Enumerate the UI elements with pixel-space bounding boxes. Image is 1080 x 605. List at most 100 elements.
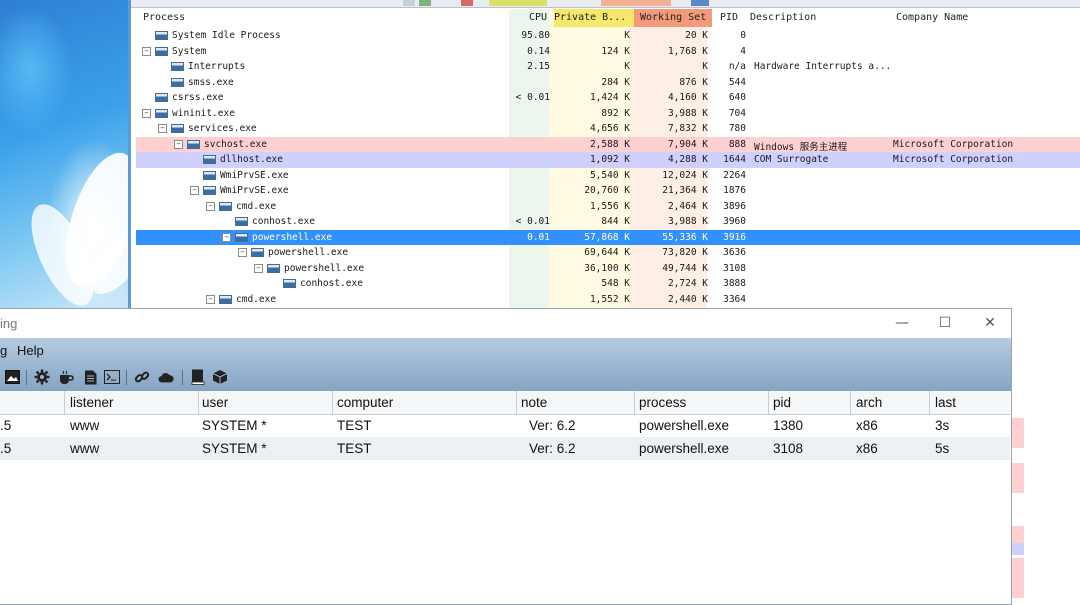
header-working-set[interactable]: Working Set [634,9,712,27]
session-user: SYSTEM * [202,441,267,456]
process-private-bytes: 69,644 K [584,247,630,258]
process-private-bytes: 892 K [601,107,630,119]
header-pid[interactable]: PID [720,12,738,23]
maximize-button[interactable]: ☐ [931,312,959,334]
tree-collapse-icon[interactable]: − [222,232,231,242]
cloud-icon[interactable] [158,369,174,385]
process-row[interactable]: dllhost.exe 1,092 K 4,288 K 1644 COM Surroga… [136,152,1080,168]
document-icon[interactable] [82,369,98,385]
process-row[interactable]: conhost.exe 548 K 2,724 K 3888 [136,276,1080,292]
process-row[interactable]: − powershell.exe 69,644 K 73,820 K 3636 [136,245,1080,261]
process-private-bytes: K [624,61,630,72]
minimize-button[interactable]: — [888,312,916,334]
process-working-set: 2,724 K [667,278,708,289]
tree-collapse-icon[interactable]: − [174,139,183,149]
process-explorer-window: Process CPU Private B... Working Set PID… [128,0,1080,310]
process-row[interactable]: System Idle Process 95.80 K 20 K 0 [136,28,1080,44]
process-window-icon [251,248,264,257]
tree-collapse-icon[interactable]: − [206,201,215,211]
header-cpu[interactable]: CPU [529,12,547,23]
tree-collapse-icon[interactable]: − [238,248,247,257]
process-name: csrss.exe [142,92,223,103]
process-pid: 3916 [723,231,746,243]
process-name: dllhost.exe [190,154,283,165]
settings-gear-icon[interactable] [34,369,50,385]
process-description: Windows 服务主进程 [754,141,848,153]
tree-collapse-icon[interactable]: − [254,263,263,273]
process-pid: 888 [728,138,746,150]
terminal-icon[interactable] [104,369,120,385]
menu-item-truncated[interactable]: g [0,343,7,358]
process-row[interactable]: − cmd.exe 1,556 K 2,464 K 3896 [136,199,1080,215]
session-arch: x86 [856,441,878,456]
column-arch[interactable]: arch [856,395,882,410]
tree-collapse-icon[interactable]: − [206,294,215,304]
session-last: 5s [935,441,950,456]
header-company[interactable]: Company Name [896,12,968,23]
process-row[interactable]: Interrupts 2.15 K Kn/a Hardware Interrupts a… [136,59,1080,75]
process-row[interactable]: − cmd.exe 1,552 K 2,440 K 3364 [136,292,1080,308]
process-row[interactable]: − powershell.exe 0.01 57,868 K 55,336 K 3916 [136,229,1080,245]
process-row[interactable]: − svchost.exe 2,588 K 7,904 K 888 Windows 服务主… [136,136,1080,153]
process-window-icon [203,155,216,164]
tree-collapse-icon[interactable]: − [142,46,151,56]
column-last[interactable]: last [935,395,956,410]
process-row[interactable]: − System 0.14 124 K 1,768 K 4 [136,44,1080,60]
desktop-wallpaper [0,0,153,315]
process-row[interactable]: smss.exe 284 K 876 K 544 [136,75,1080,91]
book-icon[interactable] [190,369,206,385]
title-bar: ing — ☐ ✕ [0,309,1011,338]
link-icon[interactable] [134,369,150,385]
column-note[interactable]: note [521,395,547,410]
process-pid: 640 [728,92,746,103]
coffee-cup-icon[interactable] [58,369,74,385]
tree-collapse-icon[interactable]: − [190,186,199,195]
background-row-hints [1012,418,1024,605]
process-row[interactable]: WmiPrvSE.exe 5,540 K 12,024 K 2264 [136,168,1080,184]
session-row[interactable]: .5 www SYSTEM * TEST Ver: 6.2 powershell… [0,437,1010,460]
process-working-set: 55,336 K [662,231,708,243]
process-window-icon [155,93,168,102]
process-row[interactable]: − powershell.exe 36,100 K 49,744 K 3108 [136,261,1080,277]
column-listener[interactable]: listener [70,395,114,410]
process-private-bytes: 36,100 K [584,262,630,274]
process-row[interactable]: − wininit.exe 892 K 3,988 K 704 [136,106,1080,122]
process-row[interactable]: − services.exe 4,656 K 7,832 K 780 [136,121,1080,137]
process-cpu: 95.80 [521,30,550,41]
column-computer[interactable]: computer [337,395,393,410]
process-row[interactable]: − WmiPrvSE.exe 20,760 K 21,364 K 1876 [136,183,1080,199]
process-description: Hardware Interrupts a... [754,61,892,72]
header-description[interactable]: Description [750,12,816,23]
process-name: − WmiPrvSE.exe [190,185,289,196]
header-process[interactable]: Process [143,12,185,23]
session-arch: x86 [856,418,878,433]
process-pid: 3108 [723,262,746,274]
process-window-icon [171,62,184,71]
package-cube-icon[interactable] [212,369,228,385]
process-window-icon [203,186,216,195]
tree-collapse-icon[interactable]: − [158,124,167,133]
process-cpu: 0.01 [527,231,550,243]
session-row[interactable]: .5 www SYSTEM * TEST Ver: 6.2 powershell… [0,414,1010,437]
process-cpu: < 0.01 [515,216,550,227]
process-working-set: 3,988 K [667,216,708,227]
tree-collapse-icon[interactable]: − [142,108,151,118]
session-user: SYSTEM * [202,418,267,433]
process-pid: n/a [728,61,746,72]
process-row[interactable]: conhost.exe < 0.01 844 K 3,988 K 3960 [136,214,1080,230]
process-working-set: 49,744 K [662,262,708,274]
process-working-set: 73,820 K [662,247,708,258]
process-company: Microsoft Corporation [893,154,1014,165]
column-user[interactable]: user [202,395,228,410]
column-process[interactable]: process [639,395,686,410]
screenshot-icon[interactable] [4,369,20,385]
process-private-bytes: K [624,30,630,41]
process-row[interactable]: csrss.exe < 0.01 1,424 K 4,160 K 640 [136,90,1080,106]
column-pid[interactable]: pid [773,395,791,410]
session-computer: TEST [337,418,372,433]
process-cpu: < 0.01 [515,92,550,103]
process-explorer-toolbar [131,0,1080,8]
menu-item-help[interactable]: Help [17,343,44,358]
close-button[interactable]: ✕ [976,312,1004,334]
header-private-bytes[interactable]: Private B... [554,9,634,27]
